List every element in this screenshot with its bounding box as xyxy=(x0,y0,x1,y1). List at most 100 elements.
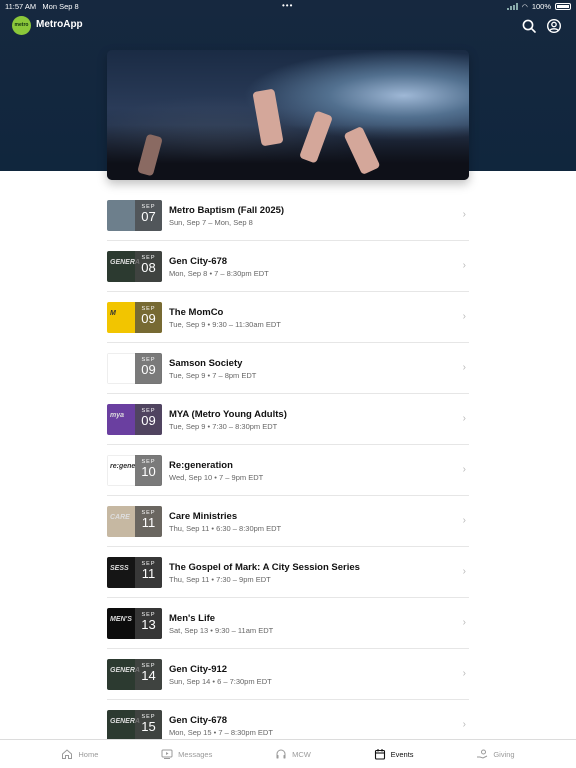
event-row[interactable]: CARE SEP 11 Care Ministries Thu, Sep 11 • 6:… xyxy=(107,496,469,547)
event-row[interactable]: SEP 09 Samson Society Tue, Sep 9 • 7 – 8pm … xyxy=(107,343,469,394)
tab-messages[interactable]: Messages xyxy=(161,748,212,760)
tab-home[interactable]: Home xyxy=(61,748,98,760)
chevron-right-icon: › xyxy=(462,413,466,424)
search-icon[interactable] xyxy=(521,18,537,34)
event-title: The Gospel of Mark: A City Session Serie… xyxy=(169,562,360,573)
date-day: 07 xyxy=(141,209,156,224)
status-right: ◠ 100% xyxy=(506,2,571,11)
event-datetime: Mon, Sep 15 • 7 – 8:30pm EDT xyxy=(169,728,273,737)
event-datetime: Sun, Sep 14 • 6 – 7:30pm EDT xyxy=(169,677,272,686)
event-row[interactable]: SESS SEP 11 The Gospel of Mark: A City Sess… xyxy=(107,547,469,598)
chevron-right-icon: › xyxy=(462,668,466,679)
thumbnail-tag: re:gene xyxy=(110,463,136,470)
app-logo: metro xyxy=(12,16,31,35)
date-badge: SEP 08 xyxy=(135,251,162,282)
chevron-right-icon: › xyxy=(462,617,466,628)
event-title: Gen City-678 xyxy=(169,715,228,726)
tab-events[interactable]: Events xyxy=(374,748,414,760)
date-badge: SEP 09 xyxy=(135,302,162,333)
event-title: Care Ministries xyxy=(169,511,238,522)
event-thumbnail: re:gene SEP 10 xyxy=(107,455,162,486)
wifi-icon: ◠ xyxy=(521,3,528,11)
hero-image xyxy=(107,50,469,180)
status-bar: 11:57 AM Mon Sep 8 ••• ◠ 100% xyxy=(0,0,576,12)
chevron-right-icon: › xyxy=(462,566,466,577)
chevron-right-icon: › xyxy=(462,719,466,730)
event-thumbnail: GENERA SEP 15 xyxy=(107,710,162,741)
event-datetime: Tue, Sep 9 • 7 – 8pm EDT xyxy=(169,371,257,380)
status-time: 11:57 AM Mon Sep 8 xyxy=(5,2,79,11)
date-badge: SEP 09 xyxy=(135,404,162,435)
battery-icon xyxy=(555,3,571,10)
event-title: Re:generation xyxy=(169,460,233,471)
event-row[interactable]: GENERA SEP 08 Gen City-678 Mon, Sep 8 • 7 – … xyxy=(107,241,469,292)
date-badge: SEP 07 xyxy=(135,200,162,231)
date-badge: SEP 14 xyxy=(135,659,162,690)
event-datetime: Mon, Sep 8 • 7 – 8:30pm EDT xyxy=(169,269,269,278)
headphones-icon xyxy=(276,749,286,759)
thumbnail-tag: MEN'S xyxy=(110,616,132,623)
tab-label: Messages xyxy=(178,749,213,759)
event-row[interactable]: M SEP 09 The MomCo Tue, Sep 9 • 9:30 – 11:30… xyxy=(107,292,469,343)
tab-label: Events xyxy=(390,749,414,759)
event-thumbnail: mya SEP 09 xyxy=(107,404,162,435)
event-datetime: Thu, Sep 11 • 7:30 – 9pm EDT xyxy=(169,575,271,584)
giving-icon xyxy=(477,749,488,759)
event-thumbnail: MEN'S SEP 13 xyxy=(107,608,162,639)
event-row[interactable]: mya SEP 09 MYA (Metro Young Adults) Tue, Sep… xyxy=(107,394,469,445)
hero-crowd xyxy=(107,125,469,180)
date-day: 11 xyxy=(141,566,156,581)
chevron-right-icon: › xyxy=(462,311,466,322)
tab-bar: Home Messages MCW Events Giving xyxy=(0,739,576,768)
event-datetime: Tue, Sep 9 • 7:30 – 8:30pm EDT xyxy=(169,422,278,431)
date-badge: SEP 15 xyxy=(135,710,162,741)
chevron-right-icon: › xyxy=(462,515,466,526)
event-row[interactable]: MEN'S SEP 13 Men's Life Sat, Sep 13 • 9:30 –… xyxy=(107,598,469,649)
account-icon[interactable] xyxy=(546,18,562,34)
event-datetime: Thu, Sep 11 • 6:30 – 8:30pm EDT xyxy=(169,524,282,533)
thumbnail-tag: CARE xyxy=(110,514,130,521)
event-thumbnail: GENERA SEP 08 xyxy=(107,251,162,282)
event-thumbnail: SEP 09 xyxy=(107,353,162,384)
home-icon xyxy=(62,749,73,759)
chevron-right-icon: › xyxy=(462,209,466,220)
event-row[interactable]: GENERA SEP 14 Gen City-912 Sun, Sep 14 • 6 –… xyxy=(107,649,469,700)
app-name: MetroApp xyxy=(36,19,83,30)
date-badge: SEP 10 xyxy=(135,455,162,486)
event-title: MYA (Metro Young Adults) xyxy=(169,409,287,420)
app-bar: metro MetroApp xyxy=(0,16,576,36)
event-datetime: Tue, Sep 9 • 9:30 – 11:30am EDT xyxy=(169,320,281,329)
event-datetime: Sun, Sep 7 – Mon, Sep 8 xyxy=(169,218,253,227)
chevron-right-icon: › xyxy=(462,464,466,475)
tab-giving[interactable]: Giving xyxy=(476,748,515,760)
event-title: Metro Baptism (Fall 2025) xyxy=(169,205,285,216)
tab-mcw[interactable]: MCW xyxy=(275,748,311,760)
event-thumbnail: CARE SEP 11 xyxy=(107,506,162,537)
event-title: Gen City-678 xyxy=(169,256,228,267)
date-day: 15 xyxy=(141,719,156,734)
date-day: 11 xyxy=(141,515,156,530)
date-day: 09 xyxy=(141,311,156,326)
tab-label: Giving xyxy=(493,749,515,759)
event-row[interactable]: re:gene SEP 10 Re:generation Wed, Sep 10 • 7… xyxy=(107,445,469,496)
messages-icon xyxy=(161,749,173,759)
chevron-right-icon: › xyxy=(462,362,466,373)
tab-label: Home xyxy=(78,749,99,759)
tab-label: MCW xyxy=(292,749,311,759)
thumbnail-tag: M xyxy=(110,310,116,317)
date-badge: SEP 11 xyxy=(135,506,162,537)
battery-percent: 100% xyxy=(531,2,551,11)
event-datetime: Wed, Sep 10 • 7 – 9pm EDT xyxy=(169,473,264,482)
event-row[interactable]: SEP 07 Metro Baptism (Fall 2025) Sun, Sep 7… xyxy=(107,190,469,241)
event-thumbnail: SEP 07 xyxy=(107,200,162,231)
date-day: 10 xyxy=(141,464,156,479)
date-day: 08 xyxy=(141,260,156,275)
event-title: Samson Society xyxy=(169,358,243,369)
chevron-right-icon: › xyxy=(462,260,466,271)
multitask-dots[interactable]: ••• xyxy=(282,1,293,10)
date-day: 14 xyxy=(141,668,156,683)
event-thumbnail: GENERA SEP 14 xyxy=(107,659,162,690)
date-badge: SEP 09 xyxy=(135,353,162,384)
thumbnail-tag: mya xyxy=(110,412,125,419)
date-day: 09 xyxy=(141,362,156,377)
